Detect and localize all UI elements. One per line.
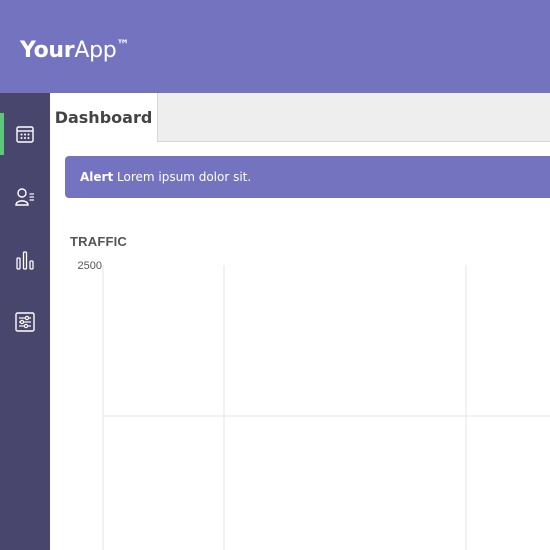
tab-strip: Dashboard (50, 93, 550, 142)
chart-title: TRAFFIC (70, 234, 127, 249)
main-content: Dashboard Alert Lorem ipsum dolor sit. T… (50, 93, 550, 550)
sliders-icon (15, 312, 35, 332)
bar-chart-icon (16, 251, 34, 270)
alert-message: Lorem ipsum dolor sit. (117, 170, 252, 184)
calendar-icon (16, 126, 34, 143)
app-logo[interactable]: YourApp™ (20, 32, 129, 65)
y-tick-label: 2500 (78, 260, 102, 272)
sidebar (0, 93, 50, 550)
sidebar-item-settings[interactable] (0, 301, 50, 343)
tab-dashboard[interactable]: Dashboard (50, 93, 158, 142)
sidebar-item-analytics[interactable] (0, 239, 50, 281)
alert-banner: Alert Lorem ipsum dolor sit. (65, 156, 550, 198)
brand-trademark: ™ (116, 38, 130, 53)
sidebar-item-calendar[interactable] (0, 113, 50, 155)
brand-bold-text: Your (20, 38, 75, 63)
brand-regular-text: App (74, 38, 117, 63)
alert-label: Alert (80, 170, 114, 184)
top-header: YourApp™ (0, 0, 550, 93)
traffic-chart: 2500 (78, 260, 550, 550)
users-list-icon (15, 188, 34, 206)
sidebar-item-users[interactable] (0, 176, 50, 218)
